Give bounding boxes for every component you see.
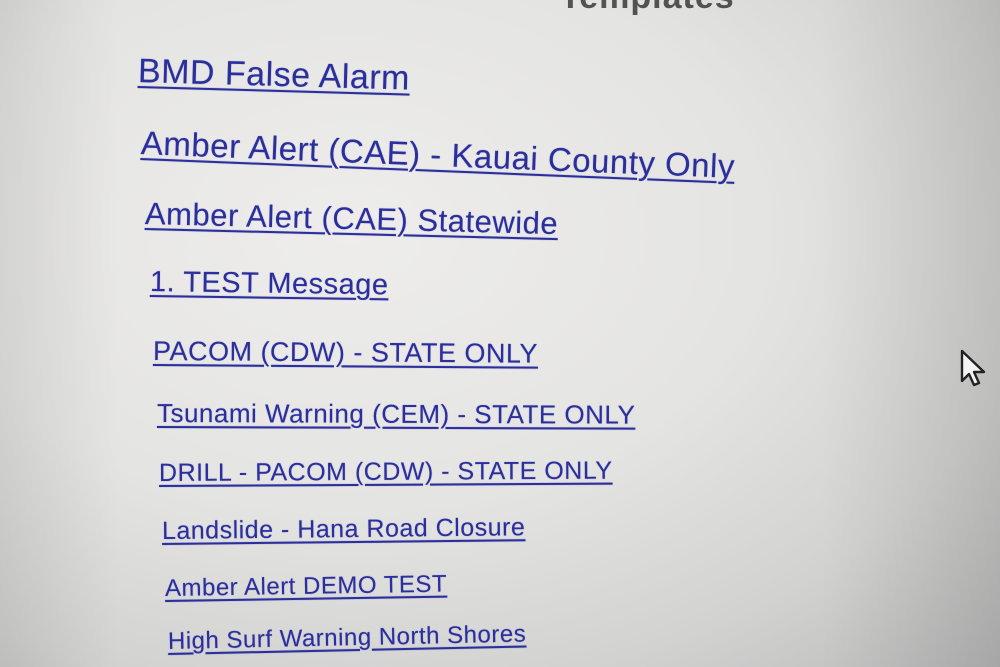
template-link-high-surf-warning[interactable]: High Surf Warning North Shores [168, 621, 527, 656]
template-link-landslide-hana[interactable]: Landslide - Hana Road Closure [162, 513, 526, 546]
template-link-pacom-cdw[interactable]: PACOM (CDW) - STATE ONLY [153, 336, 538, 370]
template-link-amber-alert-demo[interactable]: Amber Alert DEMO TEST [165, 571, 448, 603]
template-link-bmd-false-alarm[interactable]: BMD False Alarm [137, 52, 410, 99]
template-link-drill-pacom[interactable]: DRILL - PACOM (CDW) - STATE ONLY [159, 457, 613, 488]
template-link-amber-alert-statewide[interactable]: Amber Alert (CAE) Statewide [145, 196, 559, 242]
template-link-amber-alert-kauai[interactable]: Amber Alert (CAE) - Kauai County Only [140, 124, 735, 186]
template-link-tsunami-warning[interactable]: Tsunami Warning (CEM) - STATE ONLY [157, 398, 635, 431]
template-link-test-message[interactable]: 1. TEST Message [150, 266, 389, 302]
mouse-pointer-icon [960, 349, 986, 387]
template-list: BMD False Alarm Amber Alert (CAE) - Kaua… [0, 0, 1000, 667]
